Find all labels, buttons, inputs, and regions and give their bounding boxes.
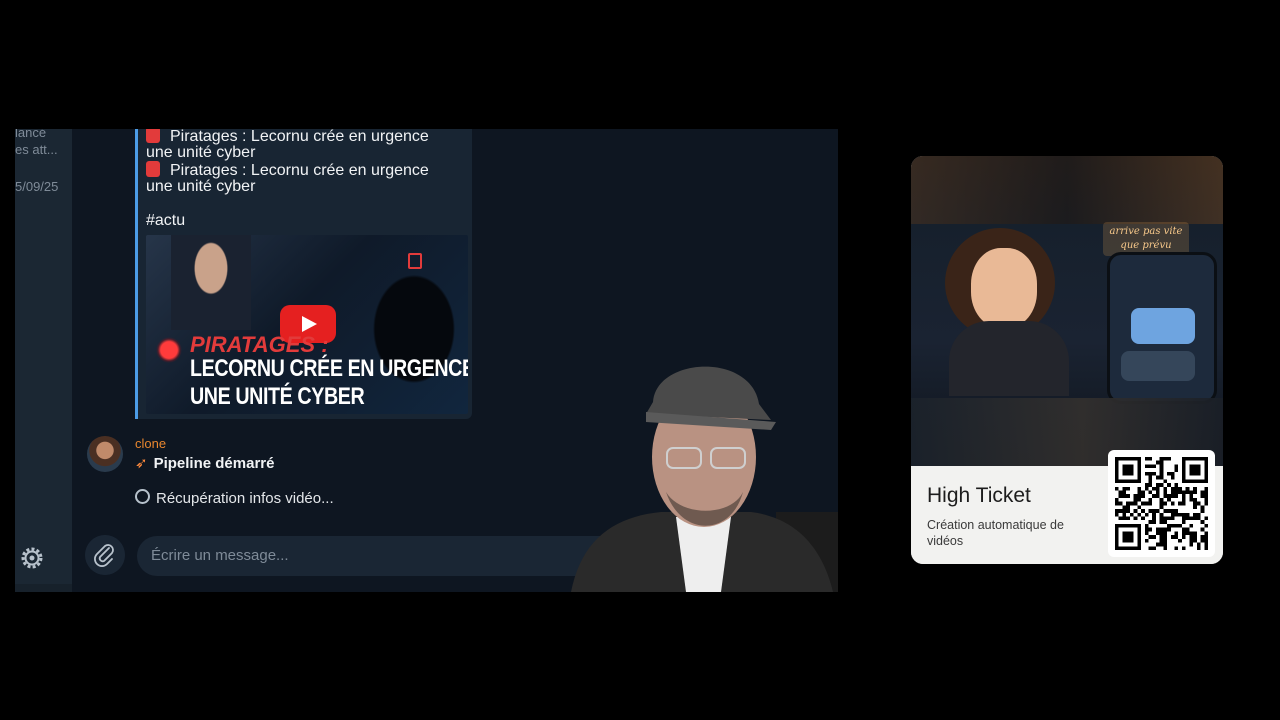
- siren-icon: [156, 337, 182, 363]
- gear-icon[interactable]: [17, 543, 47, 573]
- neon-sign: arrive pas vite que prévu: [1103, 222, 1189, 256]
- message-input[interactable]: Écrire un message...: [137, 536, 627, 576]
- siren-emoji-icon: [146, 161, 160, 177]
- presenter-webcam-overlay: [571, 366, 838, 592]
- paperclip-icon[interactable]: [85, 535, 125, 575]
- message-sender-name[interactable]: clone: [135, 436, 166, 451]
- siren-emoji-icon: [146, 129, 160, 143]
- rocket-icon: ➶: [135, 455, 148, 472]
- thumbnail-headline-line-1: LECORNU CRÉE EN URGENCE: [190, 355, 468, 382]
- thumbnail-headline-line-2: UNE UNITÉ CYBER: [190, 383, 365, 410]
- chat-preview-line-2: es att...: [15, 142, 58, 157]
- message-detail-text: Récupération infos vidéo...: [156, 490, 334, 507]
- chat-preview-date: 5/09/25: [15, 179, 59, 194]
- promo-card[interactable]: arrive pas vite que prévu High Ticket Cr…: [911, 156, 1223, 564]
- message-status-text: Pipeline démarré: [153, 455, 275, 472]
- promo-illustration: arrive pas vite que prévu: [911, 156, 1223, 466]
- magnifier-icon: [135, 489, 150, 504]
- illustration-character: [971, 248, 1037, 328]
- post-title-2: Piratages : Lecornu crée en urgence: [170, 162, 429, 179]
- thumbnail-person: [171, 235, 251, 330]
- post-title-2-cont: une unité cyber: [146, 178, 256, 195]
- chat-list-preview[interactable]: lancé es att...: [15, 129, 72, 158]
- promo-title: High Ticket: [927, 484, 1031, 507]
- channel-post-bubble: Piratages : Lecornu crée en urgence une …: [135, 129, 472, 419]
- qr-code[interactable]: [1108, 450, 1215, 557]
- post-hashtag[interactable]: #actu: [146, 212, 185, 230]
- post-title-1: Piratages : Lecornu crée en urgence: [170, 129, 429, 145]
- youtube-video-thumbnail[interactable]: PIRATAGES : LECORNU CRÉE EN URGENCE UNE …: [146, 235, 468, 414]
- lock-icon: [408, 253, 422, 269]
- chat-list-sidebar: lancé es att... 5/09/25: [15, 129, 73, 584]
- promo-subtitle: Création automatique de vidéos: [927, 518, 1064, 548]
- chat-app-window: lancé es att... 5/09/25 Piratages : Leco…: [15, 129, 838, 592]
- chat-preview-line-1: lancé: [15, 129, 47, 140]
- post-title-1-cont: une unité cyber: [146, 144, 256, 161]
- avatar[interactable]: [87, 436, 123, 472]
